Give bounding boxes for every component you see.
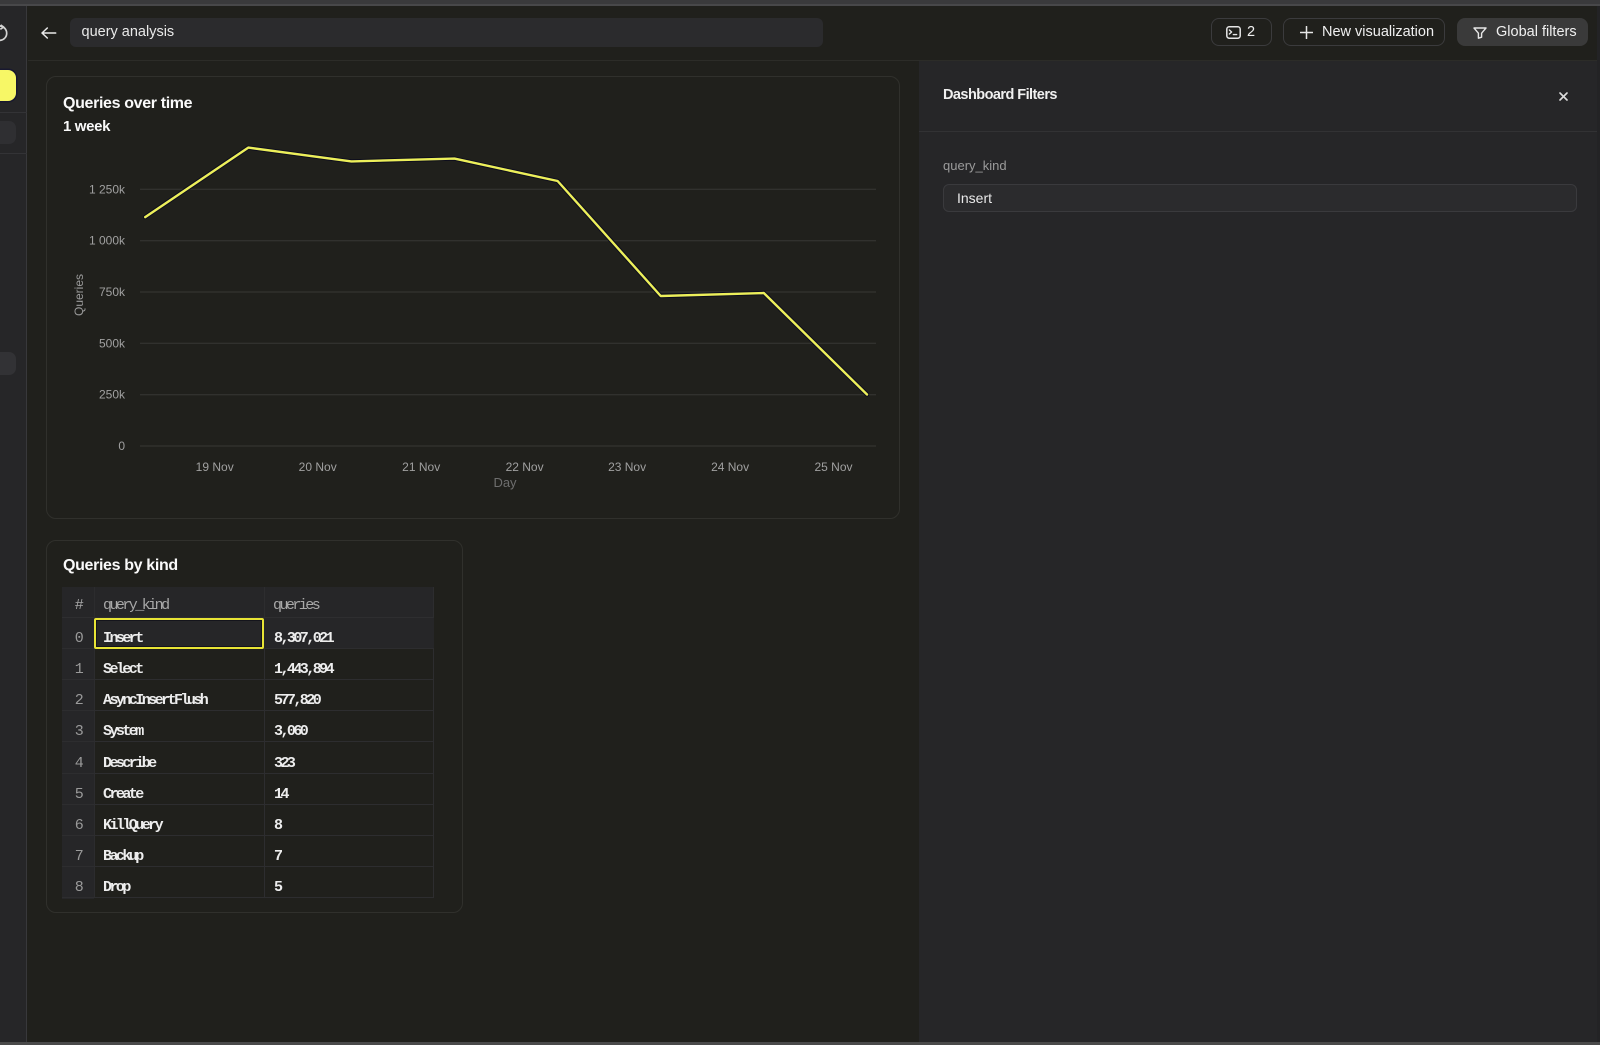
svg-text:1 000k: 1 000k (89, 234, 126, 248)
svg-text:21 Nov: 21 Nov (402, 460, 440, 474)
svg-text:19 Nov: 19 Nov (196, 460, 234, 474)
svg-text:750k: 750k (99, 285, 126, 299)
svg-text:0: 0 (118, 439, 125, 453)
svg-text:25 Nov: 25 Nov (814, 460, 852, 474)
svg-text:22 Nov: 22 Nov (506, 460, 544, 474)
svg-text:Queries: Queries (72, 274, 86, 316)
svg-text:23 Nov: 23 Nov (608, 460, 646, 474)
svg-text:1 250k: 1 250k (89, 182, 126, 196)
svg-text:Day: Day (493, 475, 517, 490)
svg-text:500k: 500k (99, 336, 126, 350)
svg-text:24 Nov: 24 Nov (711, 460, 749, 474)
svg-text:250k: 250k (99, 388, 126, 402)
svg-text:20 Nov: 20 Nov (299, 460, 337, 474)
